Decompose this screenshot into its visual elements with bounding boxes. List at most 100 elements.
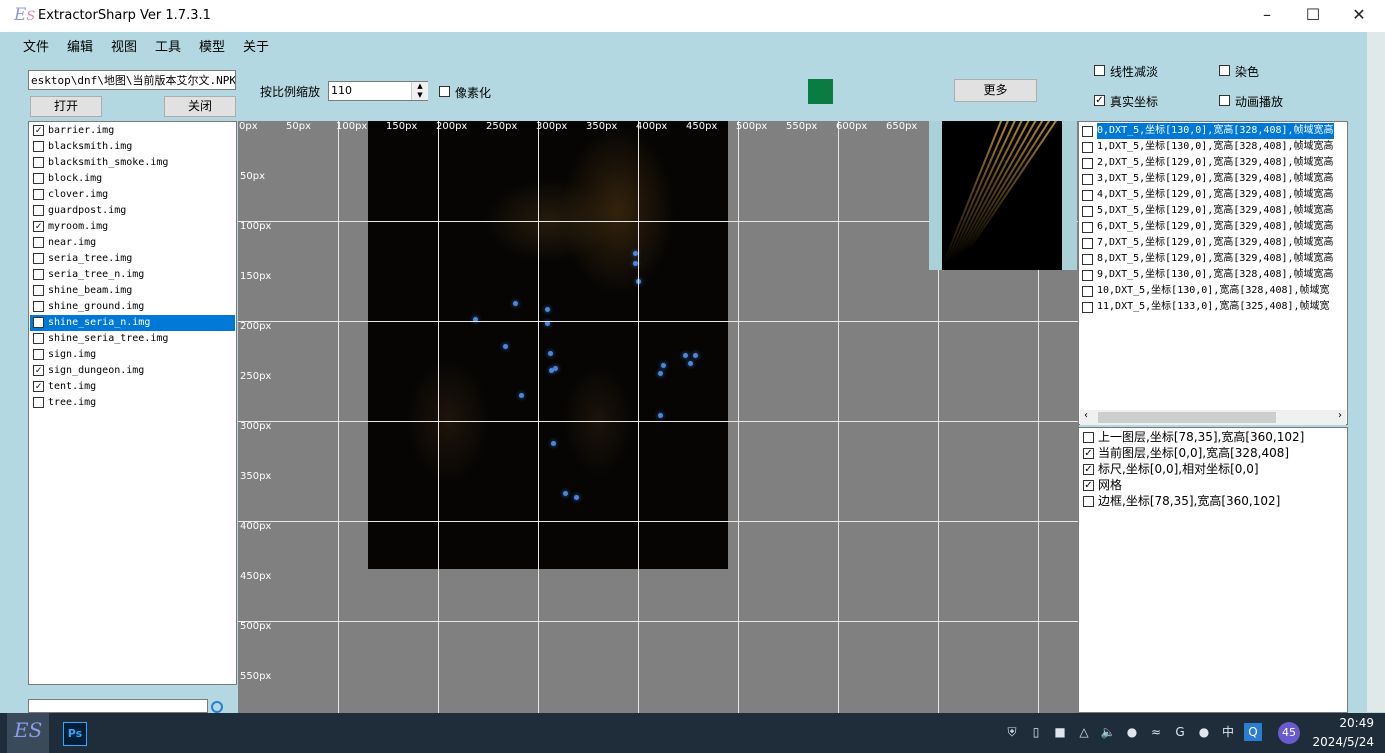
frame-list-item[interactable]: 7,DXT_5,坐标[129,0],宽高[329,408],帧域宽高	[1080, 235, 1347, 251]
file-list-item[interactable]: ✓ tent.img	[30, 379, 235, 395]
frame-checkbox[interactable]	[1082, 126, 1093, 137]
cube-icon[interactable]: △	[1074, 722, 1094, 742]
menu-view[interactable]: 视图	[111, 36, 137, 55]
file-checkbox[interactable]	[33, 349, 44, 360]
clock-time[interactable]: 20:49	[1310, 716, 1374, 730]
frame-list[interactable]: 0,DXT_5,坐标[130,0],宽高[328,408],帧域宽高 1,DXT_…	[1078, 121, 1348, 425]
maximize-button[interactable]: ☐	[1290, 0, 1336, 32]
file-list-item[interactable]: shine_seria_n.img	[30, 315, 235, 331]
scroll-thumb[interactable]	[1098, 412, 1276, 423]
frame-checkbox[interactable]	[1082, 174, 1093, 185]
frame-list-item[interactable]: 10,DXT_5,坐标[130,0],宽高[328,408],帧域宽	[1080, 283, 1347, 299]
search-icon[interactable]	[211, 701, 223, 713]
file-list-item[interactable]: block.img	[30, 171, 235, 187]
layer-checkbox[interactable]	[1083, 432, 1094, 443]
file-list-item[interactable]: guardpost.img	[30, 203, 235, 219]
frame-checkbox[interactable]	[1082, 190, 1093, 201]
nvidia-icon[interactable]: ■	[1050, 722, 1070, 742]
file-list-item[interactable]: clover.img	[30, 187, 235, 203]
frame-checkbox[interactable]	[1082, 254, 1093, 265]
notification-badge[interactable]: 45	[1278, 722, 1300, 744]
animation-checkbox[interactable]	[1219, 95, 1230, 106]
file-list-item[interactable]: ✓ myroom.img	[30, 219, 235, 235]
file-list-item[interactable]: ✓ sign_dungeon.img	[30, 363, 235, 379]
frame-checkbox[interactable]	[1082, 270, 1093, 281]
file-checkbox[interactable]	[33, 317, 44, 328]
file-checkbox[interactable]: ✓	[33, 221, 44, 232]
menu-file[interactable]: 文件	[23, 36, 49, 55]
layer-checkbox[interactable]	[1083, 496, 1094, 507]
layer-list[interactable]: 上一图层,坐标[78,35],宽高[360,102] ✓ 当前图层,坐标[0,0],…	[1078, 427, 1348, 713]
usb-icon[interactable]: ▯	[1026, 722, 1046, 742]
file-checkbox[interactable]	[33, 237, 44, 248]
scroll-left-icon[interactable]: ‹	[1084, 410, 1088, 421]
file-list-item[interactable]: seria_tree.img	[30, 251, 235, 267]
scale-stepper[interactable]: ▲ ▼	[411, 82, 428, 100]
frame-list-item[interactable]: 1,DXT_5,坐标[130,0],宽高[328,408],帧域宽高	[1080, 139, 1347, 155]
frame-checkbox[interactable]	[1082, 302, 1093, 313]
file-checkbox[interactable]	[33, 285, 44, 296]
real-coords-checkbox[interactable]: ✓	[1094, 95, 1105, 106]
frame-list-item[interactable]: 2,DXT_5,坐标[129,0],宽高[329,408],帧域宽高	[1080, 155, 1347, 171]
file-list-item[interactable]: shine_ground.img	[30, 299, 235, 315]
frame-list-item[interactable]: 11,DXT_5,坐标[133,0],宽高[325,408],帧域宽	[1080, 299, 1347, 315]
frame-checkbox[interactable]	[1082, 286, 1093, 297]
menu-about[interactable]: 关于	[243, 36, 269, 55]
clock-date[interactable]: 2024/5/24	[1300, 735, 1374, 749]
frame-list-item[interactable]: 9,DXT_5,坐标[130,0],宽高[328,408],帧域宽高	[1080, 267, 1347, 283]
file-checkbox[interactable]	[33, 189, 44, 200]
menu-model[interactable]: 模型	[199, 36, 225, 55]
file-checkbox[interactable]	[33, 397, 44, 408]
frame-checkbox[interactable]	[1082, 142, 1093, 153]
img-file-list[interactable]: ✓ barrier.img blacksmith.img blacksmith_smo…	[28, 121, 237, 685]
qq-icon[interactable]: ●	[1194, 722, 1214, 742]
file-list-item[interactable]: tree.img	[30, 395, 235, 411]
chat-icon[interactable]: ●	[1122, 722, 1142, 742]
layer-list-item[interactable]: ✓ 标尺,坐标[0,0],相对坐标[0,0]	[1080, 461, 1346, 477]
file-list-item[interactable]: seria_tree_n.img	[30, 267, 235, 283]
close-window-button[interactable]: ✕	[1336, 0, 1382, 32]
file-checkbox[interactable]	[33, 205, 44, 216]
more-button[interactable]: 更多	[954, 79, 1037, 102]
file-list-item[interactable]: shine_beam.img	[30, 283, 235, 299]
frame-checkbox[interactable]	[1082, 222, 1093, 233]
file-checkbox[interactable]	[33, 253, 44, 264]
frame-list-item[interactable]: 5,DXT_5,坐标[129,0],宽高[329,408],帧域宽高	[1080, 203, 1347, 219]
pixelize-checkbox[interactable]	[439, 86, 450, 97]
frame-checkbox[interactable]	[1082, 238, 1093, 249]
file-list-item[interactable]: shine_seria_tree.img	[30, 331, 235, 347]
file-list-item[interactable]: near.img	[30, 235, 235, 251]
file-checkbox[interactable]	[33, 333, 44, 344]
dye-checkbox[interactable]	[1219, 65, 1230, 76]
npk-path-input[interactable]: esktop\dnf\地图\当前版本艾尔文.NPK	[28, 70, 236, 90]
file-checkbox[interactable]	[33, 269, 44, 280]
file-list-item[interactable]: sign.img	[30, 347, 235, 363]
file-checkbox[interactable]: ✓	[33, 125, 44, 136]
photoshop-icon[interactable]: Ps	[63, 722, 87, 746]
file-list-item[interactable]: ✓ barrier.img	[30, 123, 235, 139]
frame-list-item[interactable]: 0,DXT_5,坐标[130,0],宽高[328,408],帧域宽高	[1080, 123, 1347, 139]
layer-list-item[interactable]: 边框,坐标[78,35],宽高[360,102]	[1080, 493, 1346, 509]
shield-icon[interactable]: ⛨	[1002, 722, 1022, 742]
frame-list-item[interactable]: 8,DXT_5,坐标[129,0],宽高[329,408],帧域宽高	[1080, 251, 1347, 267]
layer-checkbox[interactable]: ✓	[1083, 448, 1094, 459]
color-swatch[interactable]	[808, 79, 833, 104]
file-checkbox[interactable]	[33, 301, 44, 312]
layer-checkbox[interactable]: ✓	[1083, 480, 1094, 491]
layer-list-item[interactable]: ✓ 网格	[1080, 477, 1346, 493]
frame-checkbox[interactable]	[1082, 158, 1093, 169]
frame-list-item[interactable]: 6,DXT_5,坐标[129,0],宽高[329,408],帧域宽高	[1080, 219, 1347, 235]
frame-list-item[interactable]: 4,DXT_5,坐标[129,0],宽高[329,408],帧域宽高	[1080, 187, 1347, 203]
scroll-right-icon[interactable]: ›	[1338, 410, 1342, 421]
file-checkbox[interactable]	[33, 173, 44, 184]
file-checkbox[interactable]: ✓	[33, 365, 44, 376]
file-list-item[interactable]: blacksmith_smoke.img	[30, 155, 235, 171]
layer-list-item[interactable]: 上一图层,坐标[78,35],宽高[360,102]	[1080, 429, 1346, 445]
file-checkbox[interactable]: ✓	[33, 381, 44, 392]
frame-list-item[interactable]: 3,DXT_5,坐标[129,0],宽高[329,408],帧域宽高	[1080, 171, 1347, 187]
file-checkbox[interactable]	[33, 141, 44, 152]
linear-fade-checkbox[interactable]	[1094, 65, 1105, 76]
layer-list-item[interactable]: ✓ 当前图层,坐标[0,0],宽高[328,408]	[1080, 445, 1346, 461]
wifi-icon[interactable]: ≈	[1146, 722, 1166, 742]
frame-checkbox[interactable]	[1082, 206, 1093, 217]
